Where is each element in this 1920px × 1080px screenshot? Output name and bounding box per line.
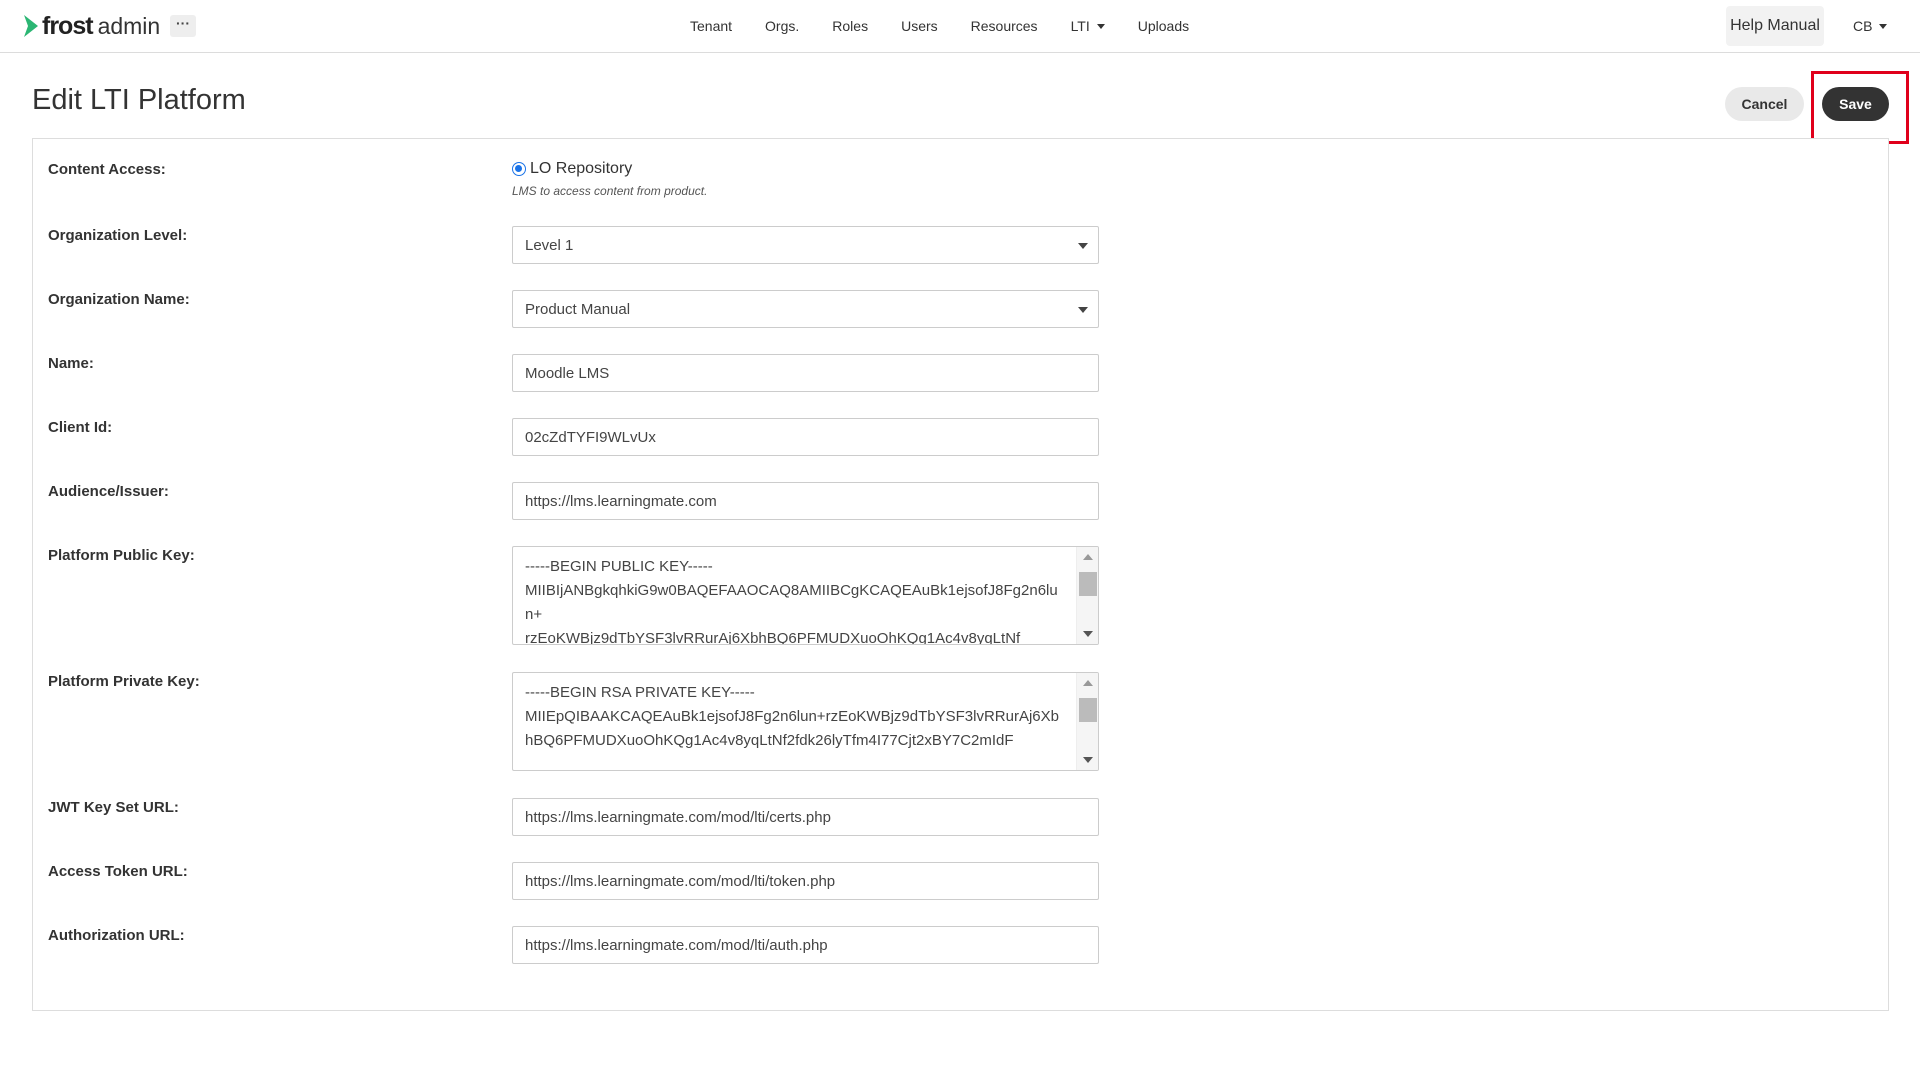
page-title: Edit LTI Platform — [32, 84, 246, 116]
chevron-down-icon — [1096, 23, 1105, 29]
logo-text-primary: frost — [42, 11, 94, 40]
lo-repository-label: LO Repository — [530, 160, 633, 177]
token-url-input[interactable] — [512, 862, 1099, 900]
help-manual-button[interactable]: Help Manual — [1726, 6, 1824, 46]
nav-item-tenant[interactable]: Tenant — [690, 18, 732, 34]
chevron-down-icon — [1078, 307, 1088, 313]
private-key-scrollbar[interactable] — [1076, 673, 1098, 770]
scroll-thumb[interactable] — [1079, 698, 1097, 722]
nav-item-orgs[interactable]: Orgs. — [765, 18, 799, 34]
org-level-value: Level 1 — [525, 236, 574, 254]
frost-logo-icon — [24, 15, 38, 37]
scroll-up-icon[interactable] — [1083, 554, 1093, 560]
scroll-thumb[interactable] — [1079, 572, 1097, 596]
lo-repository-radio[interactable]: LO Repository — [512, 160, 632, 178]
nav-item-uploads[interactable]: Uploads — [1138, 18, 1189, 34]
private-key-value: -----BEGIN RSA PRIVATE KEY----- MIIEpQIB… — [525, 684, 1059, 749]
audience-label: Audience/Issuer: — [48, 483, 169, 500]
private-key-label: Platform Private Key: — [48, 673, 200, 690]
auth-url-input[interactable] — [512, 926, 1099, 964]
nav-item-lti[interactable]: LTI — [1071, 18, 1105, 34]
scroll-up-icon[interactable] — [1083, 680, 1093, 686]
org-name-select[interactable]: Product Manual — [512, 290, 1099, 328]
user-menu[interactable]: CB — [1853, 0, 1888, 52]
name-input[interactable] — [512, 354, 1099, 392]
public-key-textarea[interactable]: -----BEGIN PUBLIC KEY----- MIIBIjANBgkqh… — [512, 546, 1099, 645]
jwks-url-input[interactable] — [512, 798, 1099, 836]
radio-selected-icon — [512, 162, 526, 176]
client-id-label: Client Id: — [48, 419, 113, 436]
content-access-help: LMS to access content from product. — [512, 184, 708, 198]
nav-item-resources[interactable]: Resources — [971, 18, 1038, 34]
private-key-textarea[interactable]: -----BEGIN RSA PRIVATE KEY----- MIIEpQIB… — [512, 672, 1099, 771]
user-initials: CB — [1853, 18, 1873, 34]
scroll-down-icon[interactable] — [1083, 631, 1093, 637]
save-button[interactable]: Save — [1822, 87, 1889, 121]
token-url-label: Access Token URL: — [48, 863, 188, 880]
frost-admin-logo[interactable]: frost admin — [22, 12, 160, 40]
main-menu: Tenant Orgs. Roles Users Resources LTI U… — [690, 0, 1222, 52]
public-key-scrollbar[interactable] — [1076, 547, 1098, 644]
nav-item-users[interactable]: Users — [901, 18, 938, 34]
org-name-label: Organization Name: — [48, 291, 190, 308]
name-label: Name: — [48, 355, 94, 372]
nav-item-roles[interactable]: Roles — [832, 18, 868, 34]
chevron-down-icon — [1078, 243, 1088, 249]
org-name-value: Product Manual — [525, 300, 631, 318]
chevron-down-icon — [1879, 23, 1888, 29]
scroll-down-icon[interactable] — [1083, 757, 1093, 763]
content-access-label: Content Access: — [48, 161, 166, 178]
org-level-label: Organization Level: — [48, 227, 188, 244]
public-key-label: Platform Public Key: — [48, 547, 195, 564]
public-key-value: -----BEGIN PUBLIC KEY----- MIIBIjANBgkqh… — [525, 558, 1058, 645]
auth-url-label: Authorization URL: — [48, 927, 185, 944]
top-navbar: frost admin ··· Tenant Orgs. Roles Users… — [0, 0, 1920, 53]
more-icon[interactable]: ··· — [170, 15, 196, 37]
client-id-input[interactable] — [512, 418, 1099, 456]
audience-input[interactable] — [512, 482, 1099, 520]
logo-text-secondary: admin — [97, 12, 161, 39]
org-level-select[interactable]: Level 1 — [512, 226, 1099, 264]
cancel-button[interactable]: Cancel — [1725, 87, 1804, 121]
jwks-url-label: JWT Key Set URL: — [48, 799, 179, 816]
